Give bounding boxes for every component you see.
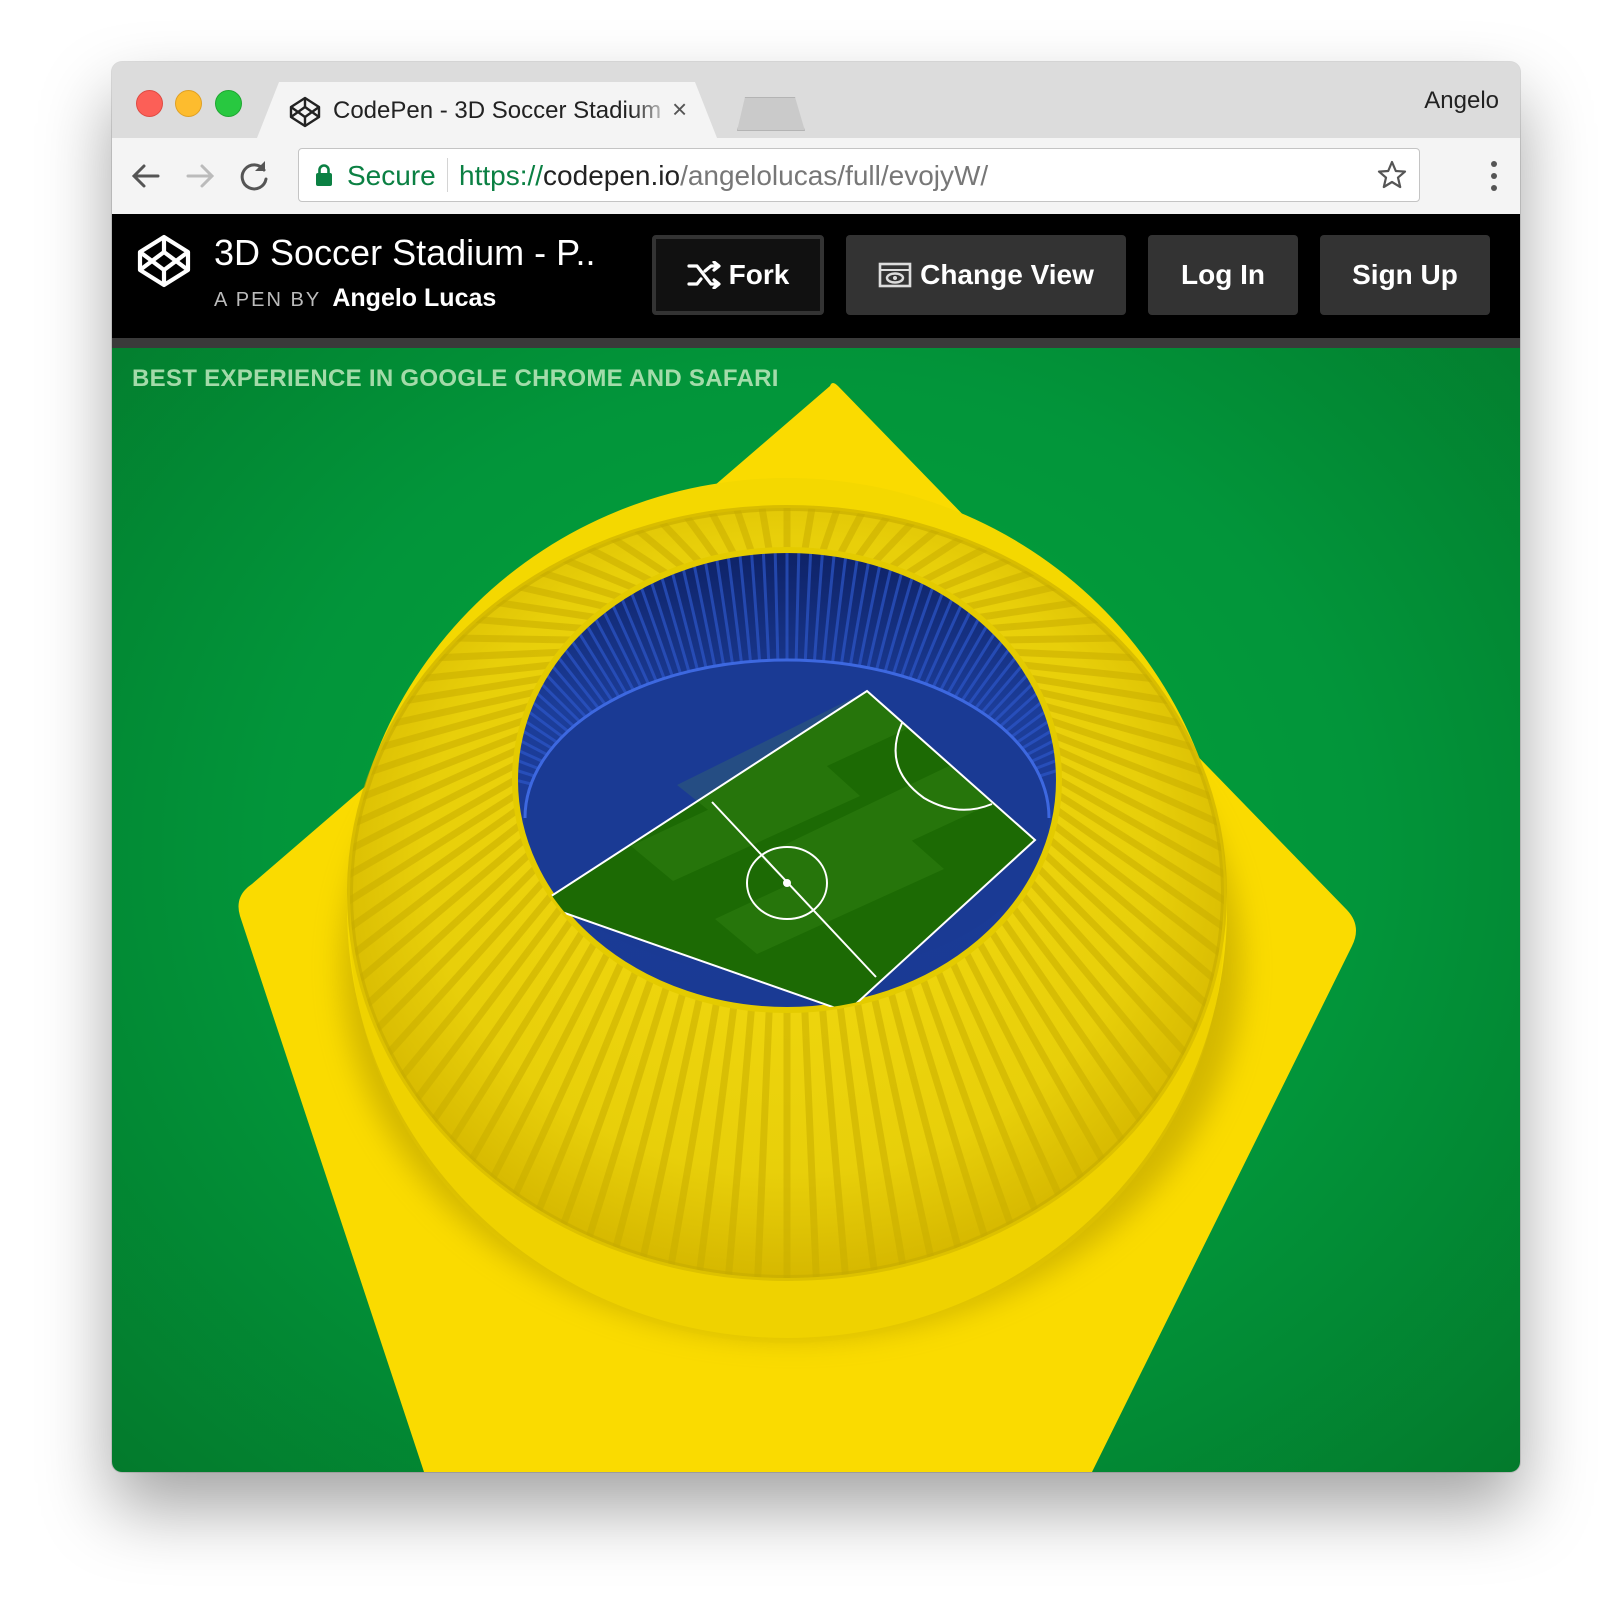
browser-window: CodePen - 3D Soccer Stadium × Angelo Sec… (112, 62, 1520, 1472)
tab-title: CodePen - 3D Soccer Stadium (333, 97, 662, 124)
tab-close-icon[interactable]: × (672, 94, 687, 125)
browser-toolbar: Secure https://codepen.io/angelolucas/fu… (112, 138, 1520, 215)
change-view-button[interactable]: Change View (846, 235, 1126, 315)
browser-menu-icon[interactable] (1490, 160, 1498, 192)
url-text: https://codepen.io/angelolucas/full/evoj… (459, 160, 988, 192)
forward-arrow-icon[interactable] (180, 156, 220, 196)
stadium-scene (238, 383, 1356, 1472)
pen-byline: A PEN BY Angelo Lucas (214, 284, 496, 313)
codepen-logo-icon[interactable] (137, 234, 191, 288)
byline-prefix: A PEN BY (214, 289, 321, 311)
profile-name[interactable]: Angelo (1424, 87, 1499, 115)
pen-title: 3D Soccer Stadium - P.. (214, 232, 596, 273)
url-scheme: https:// (459, 160, 544, 191)
codepen-favicon-icon (289, 96, 321, 128)
signup-label: Sign Up (1352, 259, 1458, 290)
minimize-window-button[interactable] (175, 90, 202, 117)
change-view-icon (878, 262, 912, 288)
login-button[interactable]: Log In (1148, 235, 1298, 315)
url-path: /angelolucas/full/evojyW/ (680, 160, 989, 191)
fork-icon (687, 261, 721, 289)
author-link[interactable]: Angelo Lucas (332, 284, 496, 312)
reload-icon[interactable] (234, 156, 274, 196)
title-bar: CodePen - 3D Soccer Stadium × Angelo (112, 62, 1520, 138)
zoom-window-button[interactable] (215, 90, 242, 117)
secure-label: Secure (347, 160, 436, 191)
login-label: Log In (1181, 259, 1265, 290)
back-arrow-icon[interactable] (126, 156, 166, 196)
omnibox-divider (447, 158, 448, 192)
lock-icon (316, 164, 332, 186)
new-tab-button[interactable] (737, 97, 805, 131)
pen-preview[interactable]: BEST EXPERIENCE IN GOOGLE CHROME AND SAF… (112, 348, 1520, 1472)
change-view-label: Change View (920, 259, 1094, 290)
close-window-button[interactable] (136, 90, 163, 117)
codepen-header: 3D Soccer Stadium - P.. A PEN BY Angelo … (112, 214, 1520, 338)
browser-notice: BEST EXPERIENCE IN GOOGLE CHROME AND SAF… (132, 365, 779, 392)
browser-tab-active[interactable]: CodePen - 3D Soccer Stadium × (257, 82, 717, 138)
url-host: codepen.io (543, 160, 681, 191)
header-strip (112, 338, 1520, 348)
bookmark-star-icon[interactable] (1377, 160, 1407, 190)
signup-button[interactable]: Sign Up (1320, 235, 1490, 315)
address-bar[interactable]: Secure https://codepen.io/angelolucas/fu… (298, 148, 1420, 202)
fork-button[interactable]: Fork (652, 235, 824, 315)
fork-label: Fork (728, 259, 790, 290)
